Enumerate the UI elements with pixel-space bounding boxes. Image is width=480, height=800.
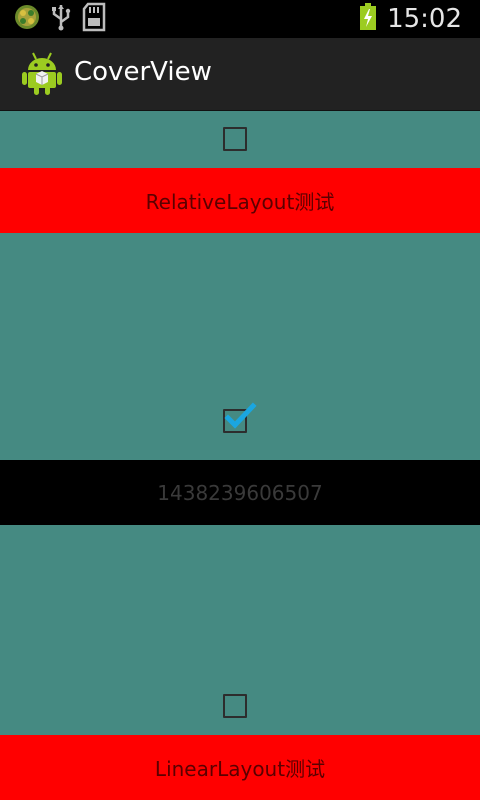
relative-layout-label: RelativeLayout测试 [145, 190, 335, 214]
app-title: CoverView [74, 57, 212, 87]
relative-layout-bar: RelativeLayout测试 [0, 168, 480, 233]
main-content: RelativeLayout测试 1438239606507 LinearLay… [0, 110, 480, 800]
checkbox-bottom[interactable] [223, 694, 247, 718]
linear-layout-bar: LinearLayout测试 [0, 735, 480, 800]
status-bar-system: 15:02 [359, 3, 462, 35]
status-time: 15:02 [387, 4, 462, 34]
status-bar: 15:02 [0, 0, 480, 38]
linear-layout-label: LinearLayout测试 [154, 757, 326, 781]
checkbox-top[interactable] [223, 127, 247, 151]
timestamp-text: 1438239606507 [157, 480, 323, 505]
action-bar: CoverView [0, 38, 480, 111]
usb-icon [50, 3, 72, 35]
timestamp-bar: 1438239606507 [0, 460, 480, 525]
battery-charging-icon [359, 3, 377, 35]
status-bar-notifications [14, 2, 108, 35]
checkmark-icon [224, 402, 257, 429]
checkbox-middle[interactable] [223, 402, 257, 433]
app-notification-icon [14, 4, 40, 34]
sd-card-icon [82, 2, 108, 36]
android-logo-icon[interactable] [22, 50, 62, 96]
